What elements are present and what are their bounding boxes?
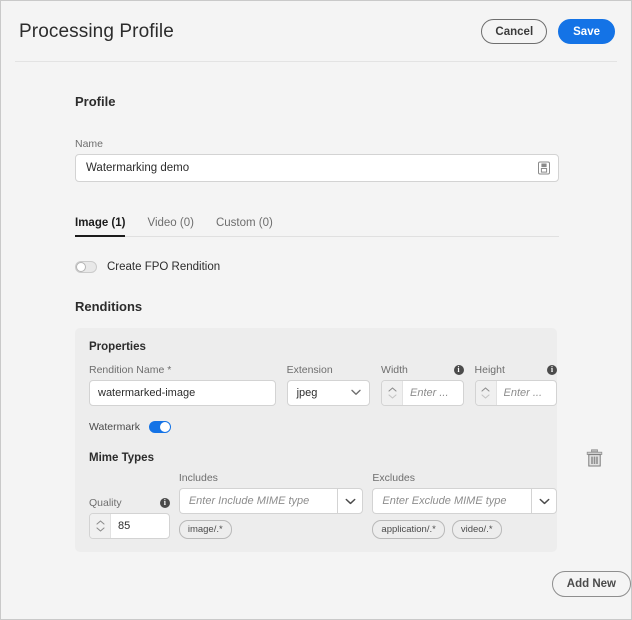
includes-combobox [179,488,364,514]
name-field-group: Name [75,138,559,182]
rendition-name-input-wrap [89,380,276,406]
height-group: Height i [475,364,557,406]
mime-types-title: Mime Types [89,452,557,464]
rendition-name-input[interactable] [90,381,275,405]
excludes-combobox [372,488,557,514]
rendition-delete-column [557,409,631,472]
height-info-icon[interactable]: i [547,365,557,375]
extension-label: Extension [287,364,370,376]
excludes-chip[interactable]: application/.* [372,520,444,539]
quality-label: Quality [89,497,122,509]
excludes-input[interactable] [373,495,531,507]
tab-list: Image (1) Video (0) Custom (0) [75,211,559,236]
excludes-label: Excludes [372,472,557,484]
includes-label: Includes [179,472,364,484]
width-stepper[interactable] [381,380,463,406]
quality-stepper-arrows[interactable] [90,514,111,538]
width-label-wrap: Width i [381,364,463,376]
includes-chips: image/.* [179,520,364,539]
add-new-button[interactable]: Add New [552,571,631,597]
profile-section-title: Profile [75,94,631,109]
save-button[interactable]: Save [558,19,615,44]
create-fpo-rendition-label: Create FPO Rendition [107,261,220,273]
quality-info-icon[interactable]: i [160,498,170,508]
width-input[interactable] [403,381,462,405]
watermark-label: Watermark [89,421,140,433]
chevron-down-icon [351,387,361,399]
rendition-card: Properties Rendition Name * Extension [75,328,557,552]
rendition-name-group: Rendition Name * [89,364,276,406]
excludes-chips: application/.* video/.* [372,520,557,539]
name-label: Name [75,138,559,150]
watermark-row: Watermark [89,421,557,433]
excludes-dropdown-button[interactable] [531,488,557,514]
quality-group: Quality i [89,497,170,539]
height-stepper-arrows[interactable] [476,381,497,405]
processing-profile-page: Processing Profile Cancel Save Profile N… [0,0,632,620]
quality-label-wrap: Quality i [89,497,170,509]
renditions-section: Renditions Properties Rendition Name * [75,299,631,597]
cancel-button[interactable]: Cancel [481,19,547,44]
page-title: Processing Profile [19,21,174,43]
mime-types-row: Quality i [89,472,557,539]
page-content: Profile Name Image (1) [1,62,631,597]
height-label-wrap: Height i [475,364,557,376]
create-fpo-rendition-row: Create FPO Rendition [75,261,631,273]
header-divider [15,61,617,62]
includes-input[interactable] [180,495,338,507]
quality-stepper[interactable] [89,513,170,539]
profile-section: Profile Name Image (1) [75,62,631,273]
width-group: Width i [381,364,463,406]
tab-image[interactable]: Image (1) [75,217,126,236]
tab-underline [75,236,559,237]
trash-icon[interactable] [586,449,603,472]
create-fpo-rendition-toggle[interactable] [75,261,97,273]
tab-active-indicator [75,235,125,237]
includes-chip[interactable]: image/.* [179,520,232,539]
watermark-toggle[interactable] [149,421,171,433]
height-input[interactable] [497,381,556,405]
add-new-row: Add New [75,571,631,597]
includes-dropdown-button[interactable] [337,488,363,514]
extension-value: jpeg [297,387,318,399]
properties-title: Properties [89,341,557,353]
name-input[interactable] [76,155,558,181]
excludes-group: Excludes [372,472,557,539]
excludes-field [372,488,531,514]
tab-custom[interactable]: Custom (0) [216,217,273,236]
rendition-name-label: Rendition Name * [89,364,276,376]
quality-input[interactable] [111,514,169,538]
extension-select[interactable]: jpeg [287,380,370,406]
includes-group: Includes [179,472,364,539]
excludes-chip[interactable]: video/.* [452,520,502,539]
page-header: Processing Profile Cancel Save [1,1,631,62]
header-actions: Cancel Save [481,19,615,44]
includes-field [179,488,338,514]
name-input-wrap [75,154,559,182]
document-save-icon[interactable] [538,162,550,175]
toggle-knob [76,262,86,272]
properties-row: Rendition Name * Extension jpeg [89,364,557,406]
rendition-type-tabs: Image (1) Video (0) Custom (0) [75,211,559,237]
rendition-row: Properties Rendition Name * Extension [75,328,631,552]
width-label: Width [381,364,408,376]
extension-group: Extension jpeg [287,364,370,406]
tab-video[interactable]: Video (0) [148,217,194,236]
width-stepper-arrows[interactable] [382,381,403,405]
renditions-section-title: Renditions [75,299,631,314]
toggle-knob [160,422,170,432]
height-label: Height [475,364,505,376]
height-stepper[interactable] [475,380,557,406]
width-info-icon[interactable]: i [454,365,464,375]
